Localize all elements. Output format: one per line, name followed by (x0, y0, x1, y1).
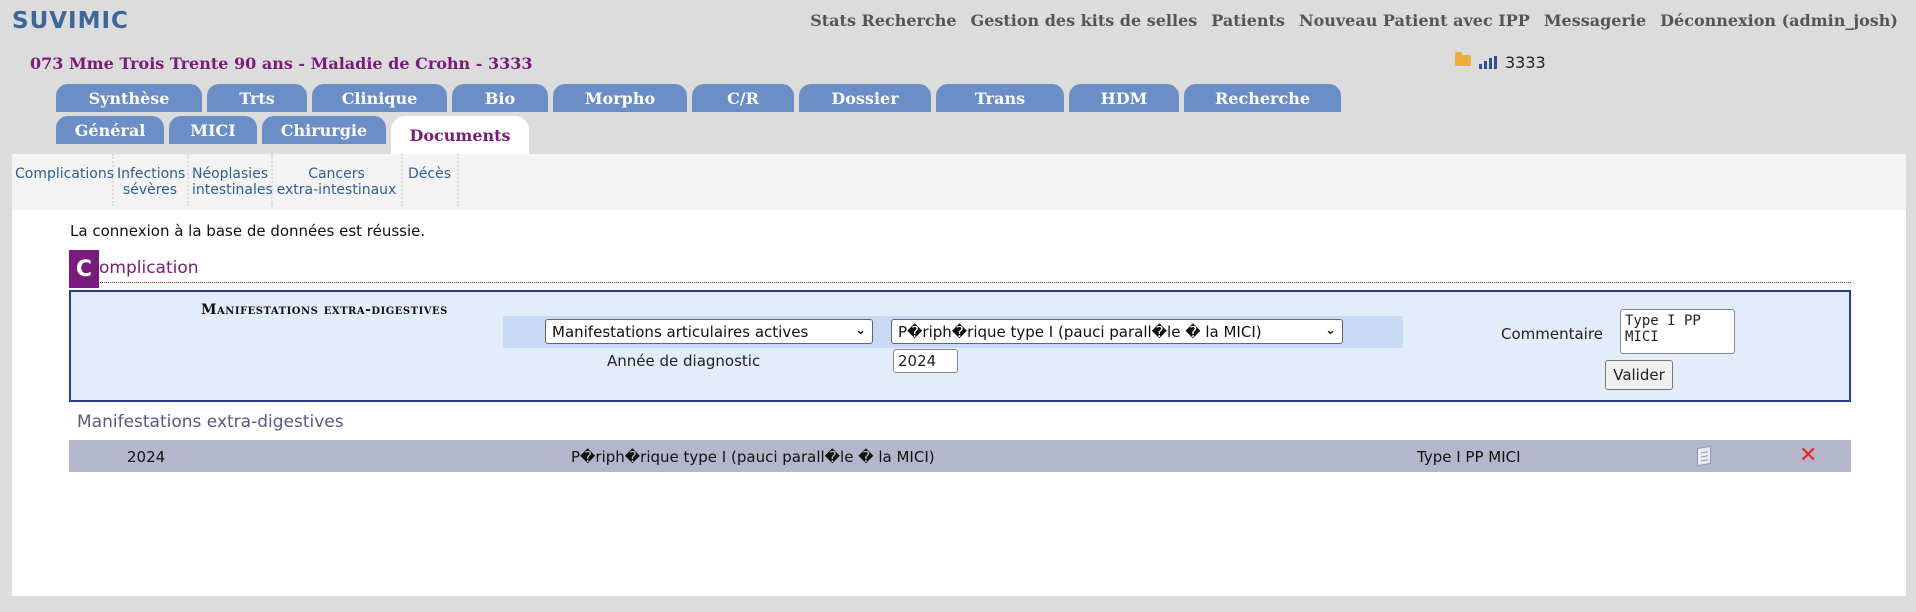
tab-cr[interactable]: C/R (692, 84, 794, 112)
section-title-text: omplication (99, 258, 199, 278)
sub-navigation: Complications Infections sévères Néoplas… (12, 154, 1906, 210)
subnav-complications[interactable]: Complications (12, 154, 114, 206)
chevron-down-icon: ⌄ (855, 323, 866, 338)
status-message: La connexion à la base de données est ré… (70, 222, 426, 240)
subnav-deces[interactable]: Décès (403, 154, 459, 206)
nav-messagerie[interactable]: Messagerie (1544, 11, 1646, 30)
patient-header: 073 Mme Trois Trente 90 ans - Maladie de… (30, 54, 533, 73)
tab-mici[interactable]: MICI (169, 116, 257, 144)
subnav-label: intestinales (192, 182, 273, 198)
table-row: 2024 P�riph�rique type I (pauci parall�l… (69, 440, 1851, 472)
tab-hdm[interactable]: HDM (1069, 84, 1179, 112)
annee-label: Année de diagnostic (607, 352, 761, 370)
tab-trans[interactable]: Trans (936, 84, 1064, 112)
app-brand: SUVIMIC (12, 8, 129, 34)
section-title: C omplication (69, 250, 1851, 288)
sub-tabs: Général MICI Chirurgie Documents (56, 116, 529, 154)
tab-trts[interactable]: Trts (207, 84, 307, 112)
subnav-neoplasies[interactable]: Néoplasies intestinales (189, 154, 273, 206)
subnav-label: sévères (122, 182, 178, 198)
subnav-label: extra-intestinaux (276, 182, 397, 198)
form-label: Manifestations extra-digestives (201, 302, 448, 318)
tab-recherche[interactable]: Recherche (1184, 84, 1341, 112)
nav-deconnexion[interactable]: Déconnexion (admin_josh) (1660, 11, 1898, 30)
signal-bars-icon[interactable] (1479, 56, 1497, 69)
nav-patients[interactable]: Patients (1211, 11, 1285, 30)
subnav-label: Infections (117, 166, 186, 182)
select-value: P�riph�rique type I (pauci parall�le � l… (898, 322, 1262, 341)
subnav-infections[interactable]: Infections sévères (114, 154, 189, 206)
tab-synthese[interactable]: Synthèse (56, 84, 202, 112)
subnav-label: Néoplasies (192, 166, 269, 182)
complication-form: Manifestations extra-digestives Manifest… (69, 290, 1851, 402)
valider-button[interactable]: Valider (1605, 360, 1673, 390)
content-panel: Complications Infections sévères Néoplas… (12, 154, 1906, 596)
subnav-label: Cancers (308, 166, 365, 182)
row-year: 2024 (127, 448, 166, 466)
patient-id: 3333 (1505, 53, 1546, 72)
row-type: P�riph�rique type I (pauci parall�le � l… (571, 448, 935, 466)
annee-input[interactable]: 2024 (893, 349, 958, 373)
subtype-select[interactable]: P�riph�rique type I (pauci parall�le � l… (891, 319, 1343, 344)
tab-general[interactable]: Général (56, 116, 164, 144)
row-comment: Type I PP MICI (1417, 448, 1521, 466)
main-tabs: Synthèse Trts Clinique Bio Morpho C/R Do… (56, 84, 1341, 112)
delete-x-icon[interactable]: ✕ (1799, 443, 1817, 468)
list-title: Manifestations extra-digestives (77, 412, 344, 432)
tab-bio[interactable]: Bio (452, 84, 548, 112)
tab-clinique[interactable]: Clinique (312, 84, 447, 112)
subnav-label: Complications (15, 166, 115, 182)
tab-dossier[interactable]: Dossier (799, 84, 931, 112)
edit-document-icon[interactable] (1697, 445, 1711, 467)
chevron-down-icon: ⌄ (1325, 323, 1336, 338)
nav-nouveau-patient[interactable]: Nouveau Patient avec IPP (1299, 11, 1530, 30)
manifestation-select[interactable]: Manifestations articulaires actives ⌄ (545, 319, 873, 344)
subnav-label: Décès (408, 166, 451, 182)
tab-documents[interactable]: Documents (391, 116, 529, 154)
nav-stats-recherche[interactable]: Stats Recherche (810, 11, 956, 30)
tab-chirurgie[interactable]: Chirurgie (262, 116, 386, 144)
folder-icon[interactable] (1455, 52, 1471, 66)
top-navigation: Stats Recherche Gestion des kits de sell… (810, 11, 1898, 30)
nav-gestion-kits[interactable]: Gestion des kits de selles (971, 11, 1198, 30)
section-initial: C (69, 250, 99, 288)
commentaire-textarea[interactable]: Type I PP MICI (1620, 309, 1735, 354)
select-value: Manifestations articulaires actives (552, 322, 809, 341)
subnav-cancers[interactable]: Cancers extra-intestinaux (273, 154, 403, 206)
tab-morpho[interactable]: Morpho (553, 84, 687, 112)
patient-status-area: 3333 (1455, 52, 1546, 72)
commentaire-label: Commentaire (1501, 325, 1603, 343)
